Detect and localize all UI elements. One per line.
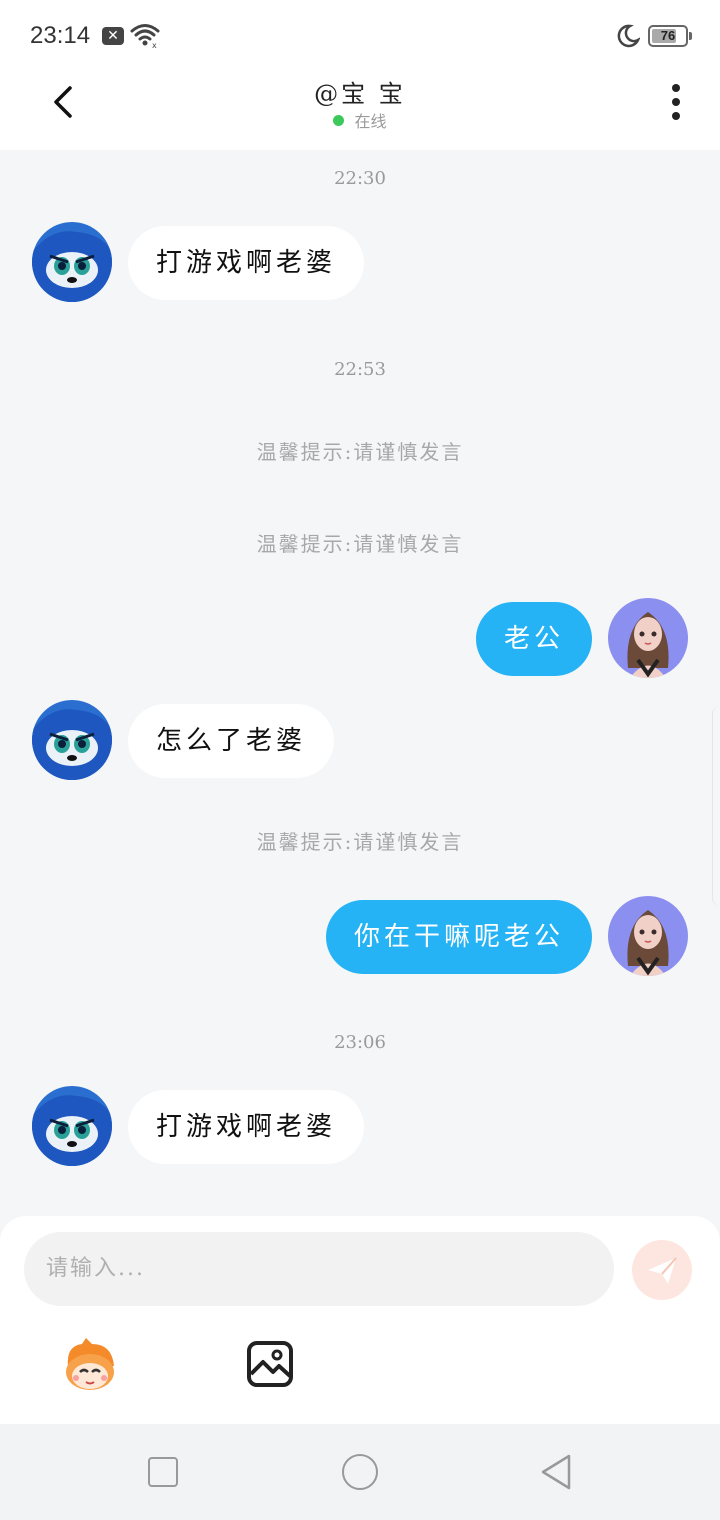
send-button[interactable] — [632, 1240, 692, 1300]
girl-avatar-icon — [608, 598, 688, 678]
sonic-avatar-icon — [32, 222, 112, 302]
moon-icon — [617, 24, 640, 48]
status-time: 23:14 — [30, 22, 91, 49]
message-bubble[interactable]: 你在干嘛呢老公 — [325, 900, 592, 974]
message-row: 你在干嘛呢老公 — [0, 896, 720, 978]
message-bubble[interactable]: 打游戏啊老婆 — [128, 1090, 365, 1164]
system-nav-bar — [0, 1424, 720, 1520]
message-row: 打游戏啊老婆 — [0, 1086, 720, 1168]
user-avatar[interactable] — [608, 896, 688, 976]
svg-text:x: x — [152, 41, 157, 48]
send-icon — [648, 1257, 677, 1284]
message-row: 老公 — [0, 598, 720, 680]
sonic-avatar-icon — [32, 700, 112, 780]
warning-tip: 温馨提示:请谨慎发言 — [256, 830, 464, 854]
image-button[interactable] — [244, 1338, 296, 1390]
chat-header: @宝 宝 在线 — [0, 72, 720, 150]
contact-avatar[interactable] — [32, 700, 112, 780]
warning-tip: 温馨提示:请谨慎发言 — [256, 440, 464, 464]
sonic-avatar-icon — [32, 1086, 112, 1166]
more-vertical-icon[interactable] — [662, 82, 690, 122]
contact-avatar[interactable] — [32, 1086, 112, 1166]
battery-icon: 76 — [648, 25, 688, 47]
home-icon[interactable] — [342, 1454, 378, 1490]
online-label: 在线 — [354, 112, 387, 131]
notification-x-icon: ✕ — [102, 27, 124, 45]
back-icon[interactable] — [538, 1452, 574, 1492]
recent-apps-icon[interactable] — [148, 1457, 178, 1487]
online-dot-icon — [333, 115, 345, 126]
timestamp: 22:30 — [334, 168, 386, 189]
contact-avatar[interactable] — [32, 222, 112, 302]
message-bubble[interactable]: 老公 — [475, 602, 592, 676]
emoji-button[interactable] — [60, 1336, 120, 1396]
message-row: 怎么了老婆 — [0, 700, 720, 782]
wifi-icon: x — [130, 24, 160, 48]
emoji-icon — [66, 1338, 114, 1390]
user-avatar[interactable] — [608, 598, 688, 678]
online-status: 在线 — [0, 108, 720, 132]
girl-avatar-icon — [608, 896, 688, 976]
image-icon — [247, 1341, 293, 1387]
timestamp: 23:06 — [334, 1032, 386, 1053]
contact-name: @宝 宝 — [314, 80, 406, 108]
message-input[interactable]: 请输入... — [24, 1232, 614, 1306]
scroll-edge[interactable] — [712, 706, 720, 906]
warning-tip: 温馨提示:请谨慎发言 — [256, 532, 464, 556]
status-bar: 23:14 ✕ x 76 — [0, 0, 720, 72]
message-row: 打游戏啊老婆 — [0, 222, 720, 304]
timestamp: 22:53 — [334, 359, 386, 380]
input-panel: 请输入... — [0, 1216, 720, 1424]
battery-tip — [689, 32, 692, 40]
battery-level: 76 — [660, 28, 676, 43]
message-bubble[interactable]: 打游戏啊老婆 — [128, 226, 365, 300]
message-bubble[interactable]: 怎么了老婆 — [128, 704, 335, 778]
